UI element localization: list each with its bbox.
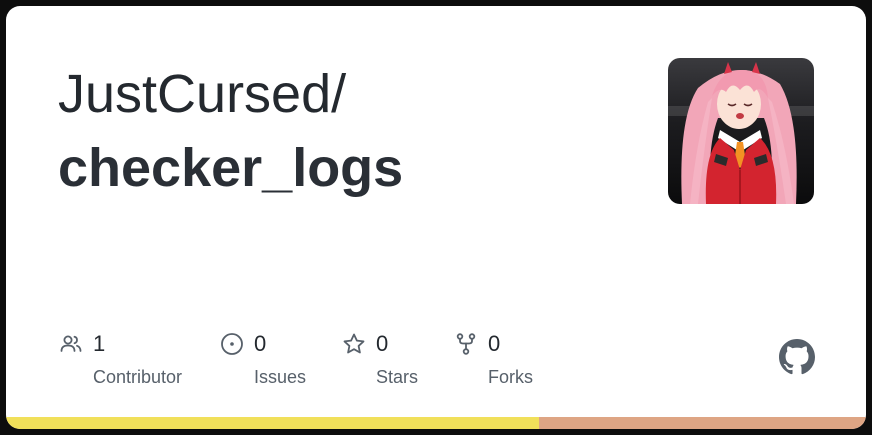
language-bar-segment	[539, 417, 866, 429]
language-bar	[6, 417, 866, 429]
stat-label: Contributor	[93, 367, 183, 387]
owner-avatar[interactable]	[668, 58, 814, 204]
stat-value: 1	[93, 331, 106, 356]
repo-owner[interactable]: JustCursed/	[58, 62, 346, 126]
repo-name[interactable]: checker_logs	[58, 136, 403, 200]
stat-value: 0	[376, 331, 389, 356]
issue-opened-icon	[220, 332, 244, 356]
repo-forked-icon	[454, 332, 478, 356]
language-bar-segment	[6, 417, 540, 429]
stat-value: 0	[254, 331, 267, 356]
github-mark-icon[interactable]	[779, 339, 815, 375]
anime-character-avatar-icon	[668, 58, 814, 204]
stat-label: Issues	[254, 367, 307, 387]
repo-social-card: JustCursed/ checker_logs 1 Contributor 0…	[6, 6, 866, 429]
stat-label: Forks	[488, 367, 533, 387]
people-icon	[59, 332, 83, 356]
star-icon	[342, 332, 366, 356]
stat-label: Stars	[376, 367, 419, 387]
stat-value: 0	[488, 331, 501, 356]
